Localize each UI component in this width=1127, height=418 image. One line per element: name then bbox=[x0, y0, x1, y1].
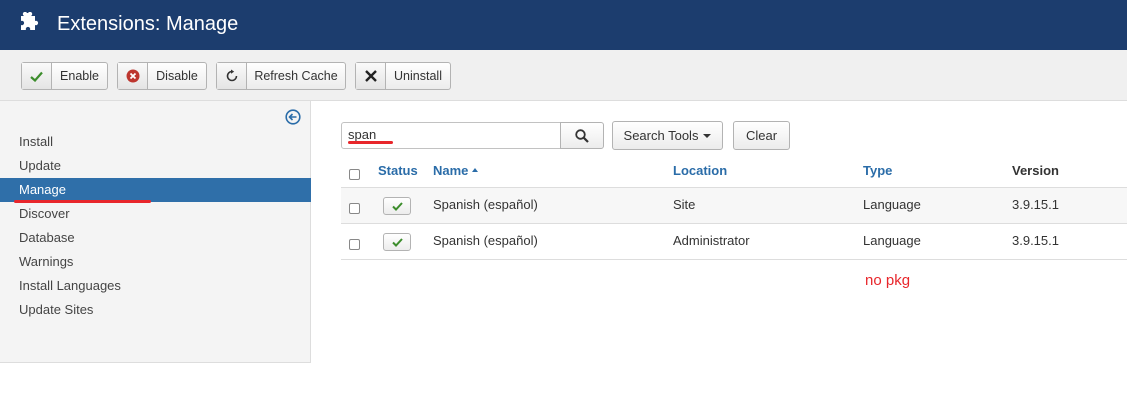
clear-button[interactable]: Clear bbox=[733, 121, 790, 150]
refresh-icon bbox=[217, 63, 247, 89]
extension-type: Language bbox=[863, 233, 921, 248]
extension-name: Spanish (español) bbox=[433, 233, 538, 248]
manage-underline-annotation bbox=[14, 200, 151, 203]
sidebar: Install Update Manage Discover Database … bbox=[0, 101, 311, 363]
search-tools-label: Search Tools bbox=[623, 128, 699, 143]
column-header-version: Version bbox=[1012, 163, 1059, 178]
select-all-checkbox[interactable] bbox=[349, 169, 360, 180]
sidebar-item-warnings[interactable]: Warnings bbox=[0, 250, 311, 274]
chevron-down-icon bbox=[703, 133, 712, 138]
disable-button[interactable]: Disable bbox=[117, 62, 207, 90]
check-icon bbox=[22, 63, 52, 89]
column-header-status[interactable]: Status bbox=[378, 162, 418, 180]
column-header-type[interactable]: Type bbox=[863, 162, 892, 180]
extension-location: Administrator bbox=[673, 233, 750, 248]
uninstall-label: Uninstall bbox=[394, 69, 442, 83]
uninstall-button[interactable]: Uninstall bbox=[355, 62, 451, 90]
refresh-cache-button[interactable]: Refresh Cache bbox=[216, 62, 346, 90]
search-underline-annotation bbox=[348, 141, 393, 144]
check-icon bbox=[391, 201, 403, 211]
search-button[interactable] bbox=[560, 122, 604, 149]
extension-version: 3.9.15.1 bbox=[1012, 233, 1059, 248]
page-title: Extensions: Manage bbox=[57, 13, 239, 35]
search-icon bbox=[575, 128, 589, 143]
extension-location: Site bbox=[673, 197, 696, 212]
extension-version: 3.9.15.1 bbox=[1012, 197, 1059, 212]
sidebar-item-install-languages[interactable]: Install Languages bbox=[0, 274, 311, 298]
disable-icon bbox=[118, 63, 148, 89]
puzzle-icon bbox=[21, 12, 39, 30]
enable-label: Enable bbox=[60, 69, 99, 83]
column-header-name-label: Name bbox=[433, 163, 469, 178]
extension-type: Language bbox=[863, 197, 921, 212]
sidebar-item-database[interactable]: Database bbox=[0, 226, 311, 250]
disable-label: Disable bbox=[156, 69, 198, 83]
sidebar-item-install[interactable]: Install bbox=[0, 130, 311, 154]
sidebar-item-update[interactable]: Update bbox=[0, 154, 311, 178]
sidebar-item-manage[interactable]: Manage bbox=[0, 178, 311, 202]
refresh-cache-label: Refresh Cache bbox=[254, 69, 338, 83]
toolbar: Enable Disable Refresh Cache Uninstall bbox=[0, 50, 1127, 101]
sidebar-item-discover[interactable]: Discover bbox=[0, 202, 311, 226]
extension-name: Spanish (español) bbox=[433, 197, 538, 212]
page-header: Extensions: Manage bbox=[0, 0, 1127, 50]
status-enabled-button[interactable] bbox=[383, 233, 411, 251]
row-checkbox[interactable] bbox=[349, 239, 360, 250]
column-header-name[interactable]: Name bbox=[433, 162, 479, 180]
enable-button[interactable]: Enable bbox=[21, 62, 108, 90]
check-icon bbox=[391, 237, 403, 247]
column-header-location[interactable]: Location bbox=[673, 162, 727, 180]
annotation-note: no pkg bbox=[865, 272, 911, 289]
table-bottom-border bbox=[341, 259, 1127, 260]
status-enabled-button[interactable] bbox=[383, 197, 411, 215]
search-tools-button[interactable]: Search Tools bbox=[612, 121, 723, 150]
search-input[interactable]: span bbox=[341, 122, 561, 149]
sort-ascending-icon bbox=[472, 167, 479, 172]
sidebar-item-update-sites[interactable]: Update Sites bbox=[0, 298, 311, 322]
clear-label: Clear bbox=[745, 128, 778, 143]
collapse-sidebar-icon[interactable] bbox=[285, 109, 301, 125]
close-icon bbox=[356, 63, 386, 89]
row-checkbox[interactable] bbox=[349, 203, 360, 214]
